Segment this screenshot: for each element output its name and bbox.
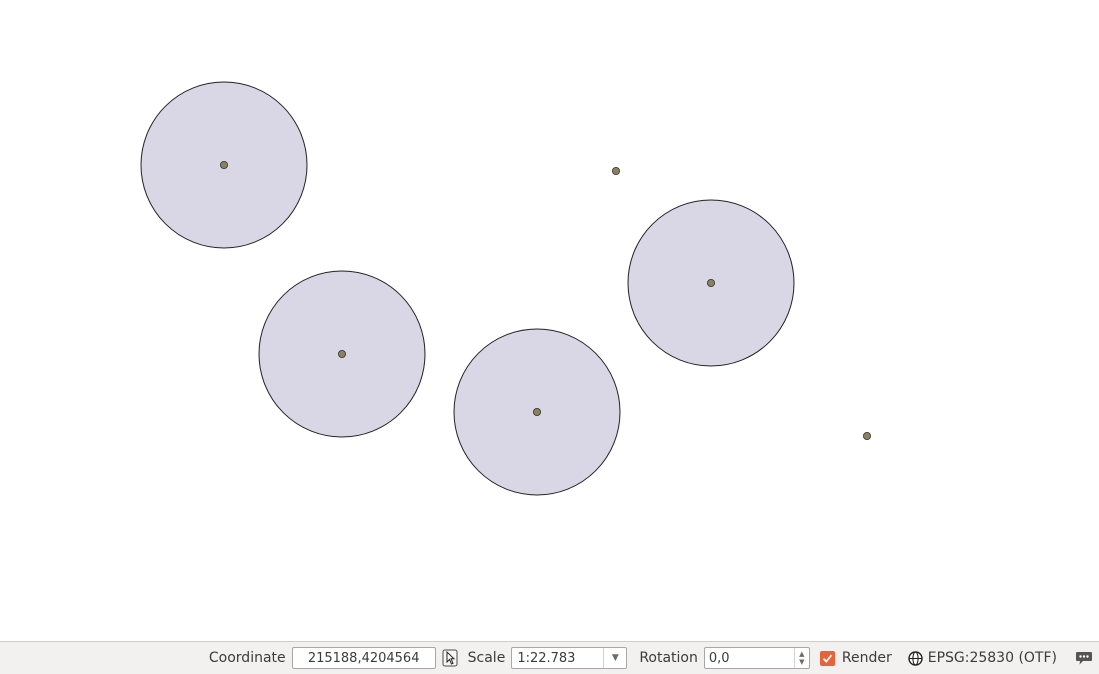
- scale-label: Scale: [467, 650, 506, 666]
- point-feature[interactable]: [533, 407, 542, 416]
- checkmark-icon: [822, 653, 833, 663]
- render-checkbox[interactable]: [819, 650, 835, 666]
- rotation-spinbox[interactable]: 0,0 ▲ ▼: [703, 647, 810, 669]
- coordinate-input[interactable]: [291, 647, 436, 669]
- point-feature[interactable]: [612, 166, 621, 175]
- spin-down-arrow[interactable]: ▼: [799, 658, 804, 666]
- point-feature[interactable]: [337, 349, 346, 358]
- rotation-value: 0,0: [708, 650, 730, 666]
- map-canvas[interactable]: [0, 0, 1099, 641]
- projection-globe-icon[interactable]: [908, 647, 924, 669]
- crs-label[interactable]: EPSG:25830 (OTF): [928, 650, 1057, 666]
- coordinate-label: Coordinate: [208, 650, 286, 666]
- render-label: Render: [841, 650, 892, 666]
- spinner-arrows-icon[interactable]: ▲ ▼: [793, 648, 809, 668]
- point-feature[interactable]: [863, 431, 872, 440]
- mouse-pointer-icon[interactable]: [440, 647, 460, 669]
- scale-value: 1:22.783: [517, 650, 576, 666]
- buffer-polygons-layer: [140, 81, 795, 496]
- point-feature[interactable]: [219, 160, 228, 169]
- point-feature[interactable]: [707, 278, 716, 287]
- chevron-down-icon[interactable]: ▼: [603, 648, 626, 668]
- speech-bubble-icon[interactable]: [1075, 647, 1093, 669]
- rotation-label: Rotation: [639, 650, 698, 666]
- status-bar: Coordinate Scale 1:22.783 ▼ Rotation 0,0…: [0, 641, 1099, 674]
- spin-up-arrow[interactable]: ▲: [799, 650, 804, 658]
- scale-dropdown[interactable]: 1:22.783 ▼: [511, 647, 628, 669]
- map-layers[interactable]: [0, 0, 1099, 641]
